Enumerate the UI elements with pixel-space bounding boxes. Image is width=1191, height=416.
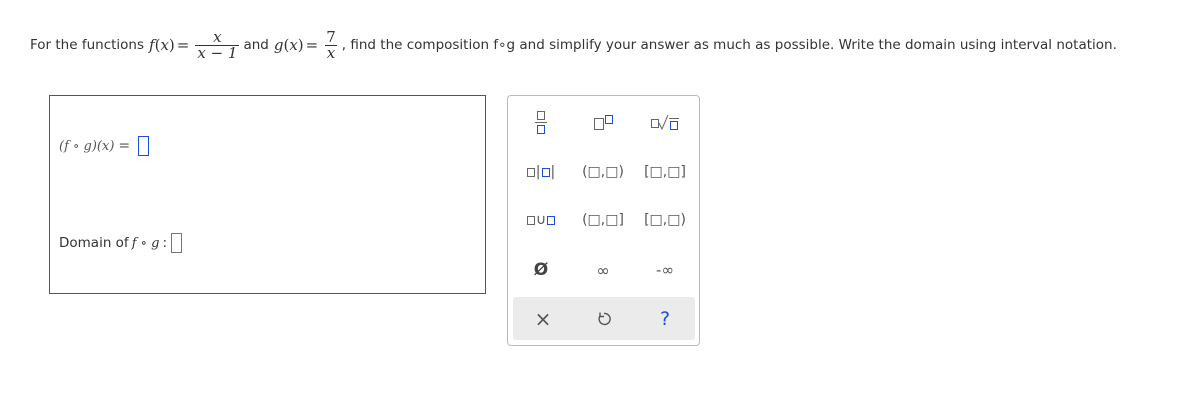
composition-label: (f ∘ g)(x) — [59, 138, 115, 154]
infinity-icon: ∞ — [596, 260, 610, 280]
closed-interval-label: [□,□] — [644, 164, 686, 180]
empty-set-icon: Ø — [533, 260, 549, 280]
domain-row: Domain of f ∘ g : — [59, 233, 183, 253]
g-label: g — [273, 36, 284, 54]
union-button[interactable]: ∪ — [513, 204, 569, 236]
g-numerator: 7 — [326, 27, 336, 46]
f-denominator: x − 1 — [195, 43, 240, 62]
domain-input[interactable] — [171, 233, 183, 253]
question-and: and — [243, 37, 269, 53]
math-palette: | | (□,□) [□,□] ∪ (□,□] [□,□) Ø ∞ -∞ × ? — [507, 95, 700, 346]
composition-equals: = — [118, 138, 131, 154]
empty-set-button[interactable]: Ø — [513, 254, 569, 286]
clear-icon: × — [534, 306, 552, 331]
half-open-left-closed-button[interactable]: [□,□) — [637, 204, 693, 236]
closed-interval-button[interactable]: [□,□] — [637, 156, 693, 188]
question-prefix: For the functions — [30, 37, 145, 53]
f-numerator: x — [213, 27, 222, 46]
nth-root-button[interactable] — [637, 106, 693, 138]
open-interval-button[interactable]: (□,□) — [575, 156, 631, 188]
fraction-button[interactable] — [513, 106, 569, 138]
fraction-icon — [535, 110, 547, 134]
half-open-right-closed-label: (□,□] — [582, 212, 624, 228]
f-fraction: x x − 1 — [195, 27, 240, 62]
g-fraction: 7 x — [324, 27, 338, 62]
absolute-value-button[interactable]: | | — [513, 156, 569, 188]
f-var: x — [160, 36, 169, 54]
half-open-right-closed-button[interactable]: (□,□] — [575, 204, 631, 236]
g-denominator: x — [324, 43, 338, 62]
help-button[interactable]: ? — [635, 297, 695, 340]
question-text: For the functions f (x) = x x − 1 and g … — [30, 27, 1117, 62]
composition-row: (f ∘ g)(x) = — [59, 136, 150, 156]
infinity-button[interactable]: ∞ — [575, 254, 631, 286]
absolute-value-icon: | | — [526, 164, 555, 180]
union-icon: ∪ — [526, 212, 556, 228]
negative-infinity-icon: -∞ — [656, 261, 674, 279]
open-interval-label: (□,□) — [582, 164, 624, 180]
clear-button[interactable]: × — [513, 297, 573, 340]
nth-root-icon — [651, 114, 679, 130]
help-icon: ? — [659, 307, 671, 330]
domain-label: Domain of — [59, 235, 129, 251]
undo-icon — [598, 312, 611, 325]
exponent-button[interactable] — [575, 106, 631, 138]
g-var: x — [289, 36, 298, 54]
negative-infinity-button[interactable]: -∞ — [637, 254, 693, 286]
undo-button[interactable] — [574, 297, 634, 340]
palette-action-bar: × ? — [513, 297, 695, 340]
domain-colon: : — [162, 235, 168, 251]
exponent-icon — [593, 114, 613, 130]
answer-box: (f ∘ g)(x) = Domain of f ∘ g : — [49, 95, 486, 294]
half-open-left-closed-label: [□,□) — [644, 212, 686, 228]
domain-expression: f ∘ g — [131, 235, 160, 251]
question-suffix: , find the composition f∘g and simplify … — [341, 37, 1117, 53]
composition-input[interactable] — [138, 136, 150, 156]
